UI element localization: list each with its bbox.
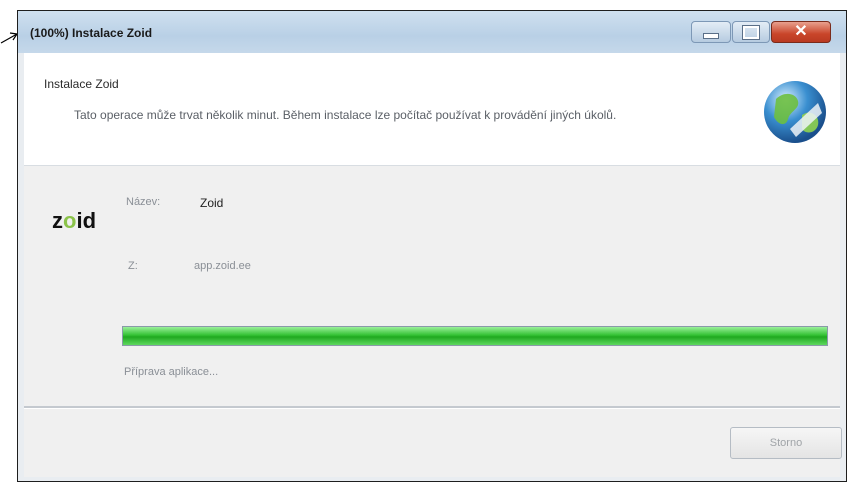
title-bar[interactable]: (100%) Instalace Zoid ✕ [18,11,846,53]
close-icon: ✕ [794,23,808,40]
header-title: Instalace Zoid [44,77,119,91]
close-button[interactable]: ✕ [771,21,831,43]
progress-fill [123,327,827,345]
status-text: Příprava aplikace... [124,366,219,378]
name-label: Název: [126,196,161,208]
installer-footer: Storno [24,409,842,477]
window-title: (100%) Instalace Zoid [30,26,153,40]
installer-window: (100%) Instalace Zoid ✕ Instalace Zoid T… [17,10,847,482]
cancel-button[interactable]: Storno [730,427,842,459]
installer-header: Instalace Zoid Tato operace může trvat n… [24,53,840,166]
source-label: Z: [128,260,138,272]
minimize-icon [703,33,719,39]
maximize-icon [742,24,760,40]
globe-install-icon [764,81,826,143]
minimize-button[interactable] [691,21,731,43]
installer-content: zoid Název: Zoid Z: app.zoid.ee Příprava… [24,166,840,406]
install-progress-bar [122,326,828,346]
maximize-button[interactable] [732,21,770,43]
header-description: Tato operace může trvat několik minut. B… [74,108,617,122]
name-value: Zoid [200,196,224,210]
app-logo: zoid [52,208,97,233]
source-value: app.zoid.ee [194,260,251,272]
